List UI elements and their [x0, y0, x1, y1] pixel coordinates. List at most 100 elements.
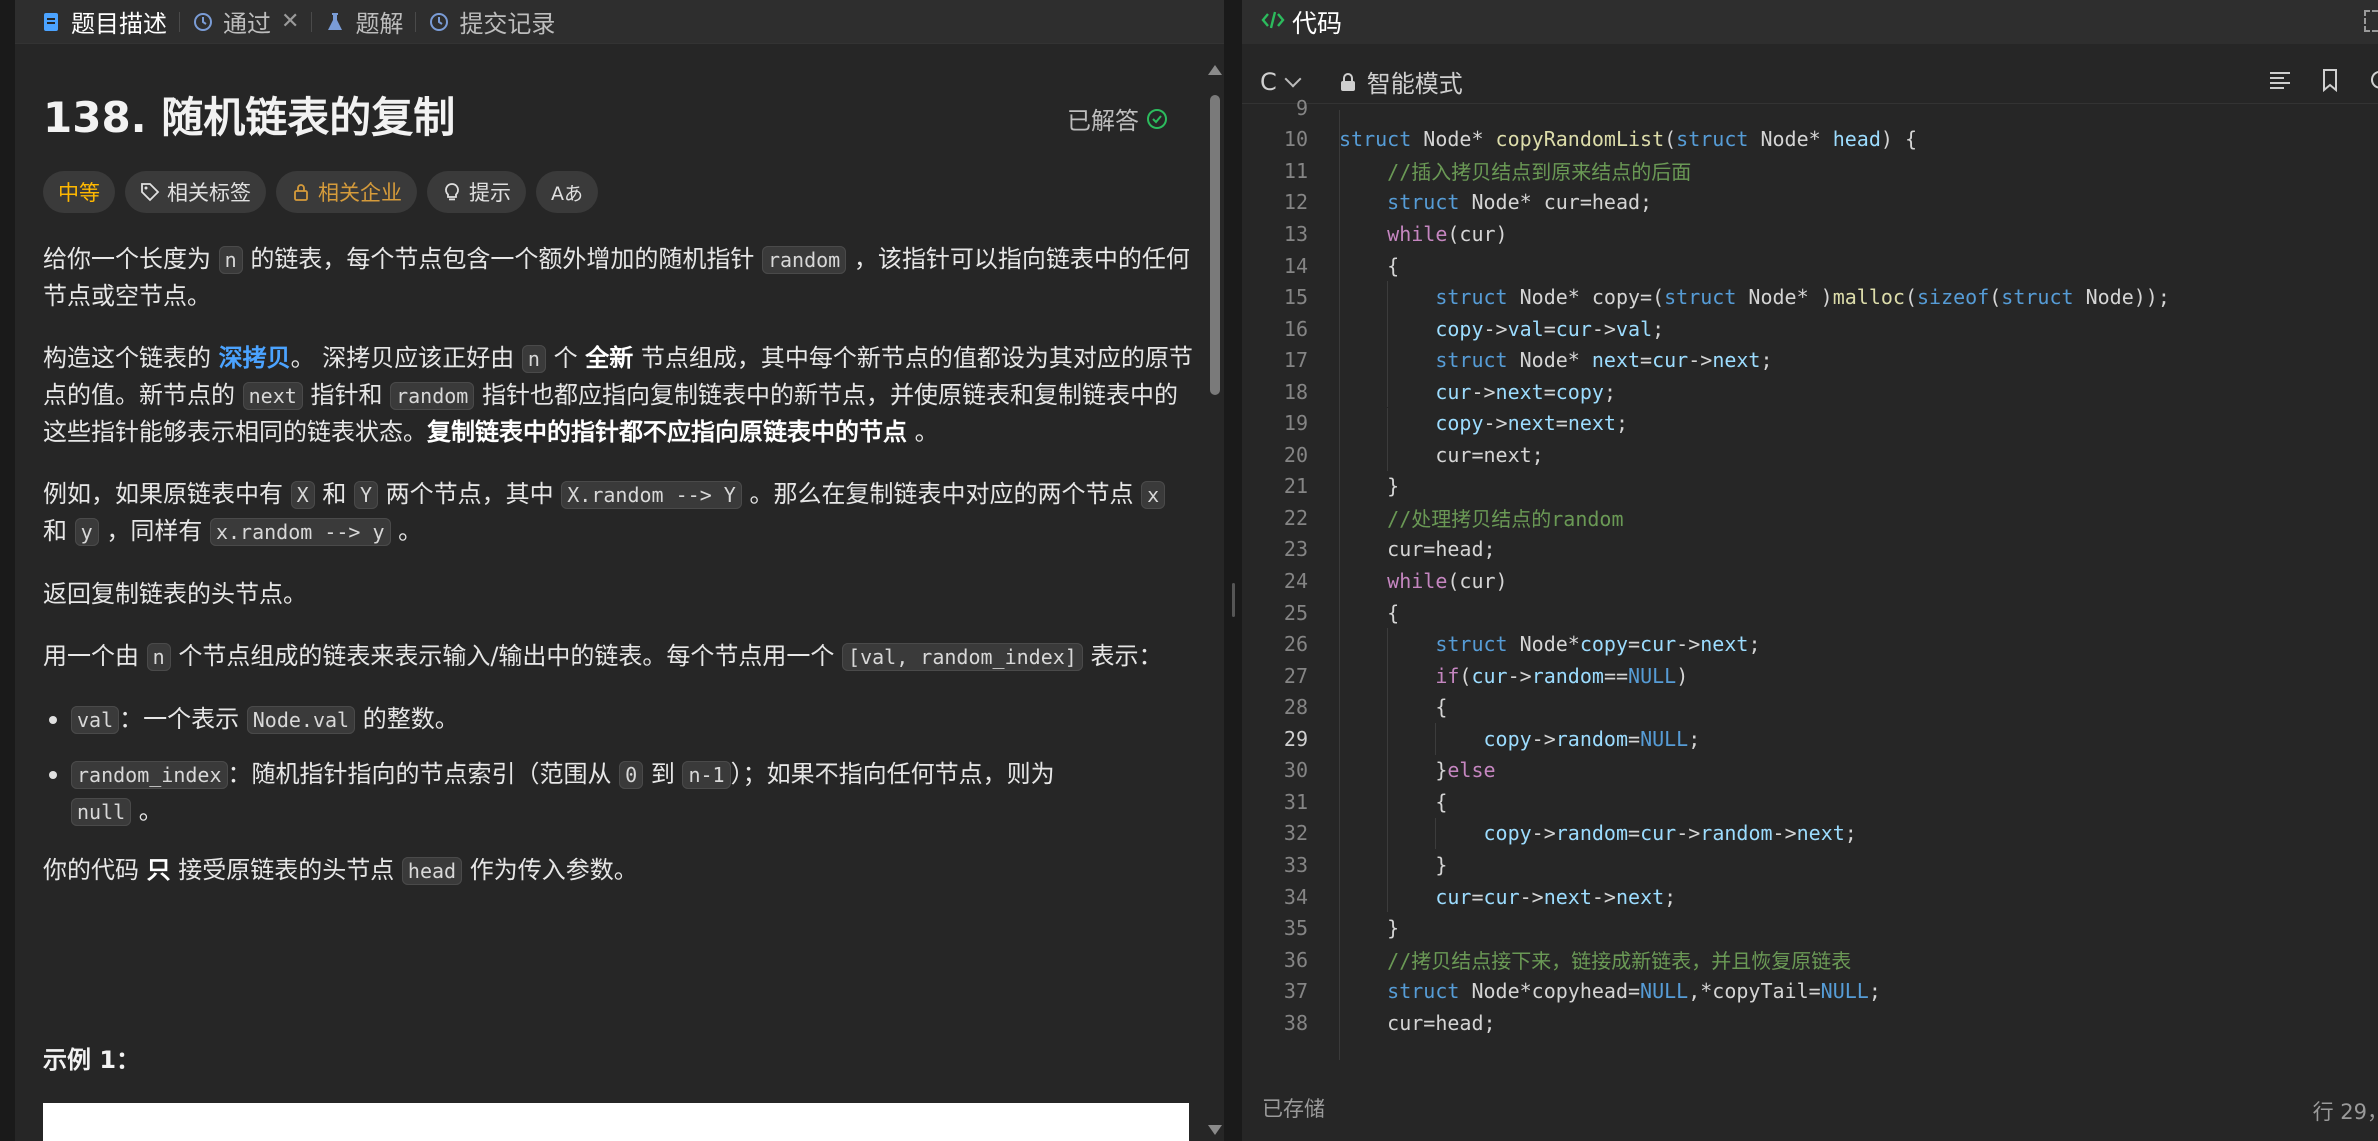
scrollbar-thumb[interactable]: [1210, 95, 1220, 395]
code-line[interactable]: 31 {: [1242, 786, 2378, 818]
inline-code: next: [242, 382, 303, 410]
code-line[interactable]: 22 //处理拷贝结点的random: [1242, 502, 2378, 534]
tab-submissions-label: 提交记录: [459, 10, 556, 38]
inline-code: X: [290, 481, 315, 509]
drag-grip-icon[interactable]: [1232, 583, 1235, 617]
code-line[interactable]: 34 cur=cur->next->next;: [1242, 880, 2378, 913]
line-number: 38: [1283, 1010, 1308, 1035]
line-number: 30: [1283, 758, 1308, 783]
code-text: //拷贝结点接下来，链接成新链表，并且恢复原链表: [1387, 949, 1852, 974]
text: 构造这个链表的: [43, 344, 219, 372]
example-title: 示例 1：: [43, 1046, 141, 1074]
chevron-down-icon: [1284, 70, 1302, 87]
difficulty-label: 中等: [58, 181, 100, 205]
code-line[interactable]: 27 if(cur->random==NULL): [1242, 659, 2378, 692]
tab-description[interactable]: 题目描述: [40, 0, 167, 44]
deep-copy-link[interactable]: 深拷贝: [219, 344, 291, 372]
line-number: 26: [1283, 632, 1308, 657]
example-image: [43, 1103, 1189, 1141]
related-tags-label: 相关标签: [167, 181, 251, 205]
code-line[interactable]: 12 struct Node* cur=head;: [1242, 187, 2378, 219]
code-line[interactable]: 26 struct Node*copy=cur->next;: [1242, 628, 2378, 660]
code-line[interactable]: 24 while(cur): [1242, 565, 2378, 597]
scroll-down-arrow-icon[interactable]: [1208, 1125, 1222, 1135]
code-line[interactable]: 21 }: [1242, 471, 2378, 503]
text: 个节点组成的链表来表示输入/输出中的链表。每个节点用一个: [170, 642, 843, 670]
line-number: 23: [1283, 537, 1308, 562]
code-line[interactable]: 16 copy->val=cur->val;: [1242, 312, 2378, 345]
code-line[interactable]: 20 cur=next;: [1242, 439, 2378, 471]
description-paragraph: 构造这个链表的 深拷贝。 深拷贝应该正好由 n 个 全新 节点组成，其中每个新节…: [43, 340, 1193, 450]
scroll-up-arrow-icon[interactable]: [1208, 65, 1222, 75]
code-line[interactable]: 15 struct Node* copy=(struct Node* )mall…: [1242, 281, 2378, 313]
description-paragraph: 例如，如果原链表中有 X 和 Y 两个节点，其中 X.random --> Y …: [43, 476, 1193, 550]
inline-code: x: [1141, 481, 1166, 509]
line-number: 20: [1283, 442, 1308, 467]
document-icon: [40, 11, 62, 33]
code-editor[interactable]: 9 10 struct Node* copyRandomList(struct No…: [1242, 96, 2378, 1060]
text: 表示：: [1082, 642, 1163, 670]
tab-submissions[interactable]: 提交记录: [428, 0, 555, 44]
field-list: val ：一个表示 Node.val 的整数。 random_index ：随机指针…: [43, 701, 1193, 830]
code-line[interactable]: 13 while(cur): [1242, 218, 2378, 250]
code-text: struct Node*copy=cur->next;: [1435, 632, 1761, 657]
code-text: struct Node* next=cur->next;: [1435, 348, 1773, 373]
inline-code: n-1: [682, 761, 731, 789]
line-number: 9: [1295, 95, 1308, 120]
code-line[interactable]: 17 struct Node* next=cur->next;: [1242, 344, 2378, 376]
code-line[interactable]: 32 copy->random=cur->random->next;: [1242, 817, 2378, 850]
text: ，同样有: [98, 517, 210, 545]
line-number: 34: [1283, 884, 1308, 909]
description-scrollbar[interactable]: [1206, 60, 1224, 1141]
hint-button[interactable]: 提示: [427, 171, 526, 213]
tab-solutions[interactable]: 题解: [324, 0, 403, 44]
translate-button[interactable]: Aあ: [536, 171, 598, 213]
maximize-icon[interactable]: [2364, 10, 2378, 32]
code-line[interactable]: 29 copy->random=NULL;: [1242, 723, 2378, 755]
code-line[interactable]: 28 {: [1242, 691, 2378, 723]
tab-description-label: 题目描述: [71, 10, 167, 38]
code-line[interactable]: 30 }else: [1242, 754, 2378, 787]
format-icon[interactable]: [2268, 68, 2292, 92]
code-line[interactable]: 19 copy->next=next;: [1242, 407, 2378, 440]
check-circle-icon: [1147, 108, 1167, 129]
editor-status-bar: 已存储 行 29，: [1242, 1088, 2378, 1128]
code-tab-title[interactable]: 代码: [1292, 4, 1342, 40]
code-line[interactable]: 35 }: [1242, 912, 2378, 944]
code-line[interactable]: 9: [1242, 92, 2378, 124]
code-text: {: [1339, 695, 1448, 720]
bold-text: 只: [146, 856, 171, 884]
history-icon: [428, 11, 450, 33]
description-paragraph: 给你一个长度为 n 的链表，每个节点包含一个额外增加的随机指针 random ，…: [43, 241, 1193, 314]
code-text: while(cur): [1387, 221, 1508, 246]
editor-actions: [2268, 68, 2378, 92]
code-line[interactable]: 14 {: [1242, 250, 2378, 282]
related-tags-button[interactable]: 相关标签: [125, 171, 266, 213]
line-number: 36: [1283, 947, 1308, 972]
history-icon: [192, 11, 214, 33]
code-text: //插入拷贝结点到原来结点的后面: [1387, 160, 1692, 185]
related-companies-button[interactable]: 相关企业: [276, 171, 417, 213]
tab-passed[interactable]: 通过 ✕: [192, 0, 299, 44]
inline-code: 0: [619, 761, 644, 789]
code-text: }: [1339, 852, 1448, 877]
code-line[interactable]: 38 cur=head;: [1242, 1007, 2378, 1039]
code-line[interactable]: 37 struct Node*copyhead=NULL,*copyTail=N…: [1242, 975, 2378, 1007]
reset-icon[interactable]: [2368, 68, 2378, 92]
related-companies-label: 相关企业: [318, 181, 402, 205]
text: ：随机指针指向的节点索引（范围从: [227, 760, 620, 788]
line-number: 17: [1283, 348, 1308, 373]
tab-divider: [179, 11, 180, 32]
code-line[interactable]: 33 }: [1242, 849, 2378, 881]
line-number: 24: [1283, 569, 1308, 594]
text: 。那么在复制链表中对应的两个节点: [741, 480, 1142, 508]
close-icon[interactable]: ✕: [281, 9, 299, 34]
code-line[interactable]: 25 {: [1242, 597, 2378, 629]
code-line[interactable]: 10 struct Node* copyRandomList(struct Nod…: [1242, 124, 2378, 156]
code-line[interactable]: 18 cur->next=copy;: [1242, 375, 2378, 408]
code-line[interactable]: 11 //插入拷贝结点到原来结点的后面: [1242, 155, 2378, 187]
code-line[interactable]: 36 //拷贝结点接下来，链接成新链表，并且恢复原链表: [1242, 944, 2378, 976]
panel-resize-handle[interactable]: [1224, 0, 1242, 1141]
code-line[interactable]: 23 cur=head;: [1242, 534, 2378, 566]
bookmark-icon[interactable]: [2318, 68, 2342, 92]
